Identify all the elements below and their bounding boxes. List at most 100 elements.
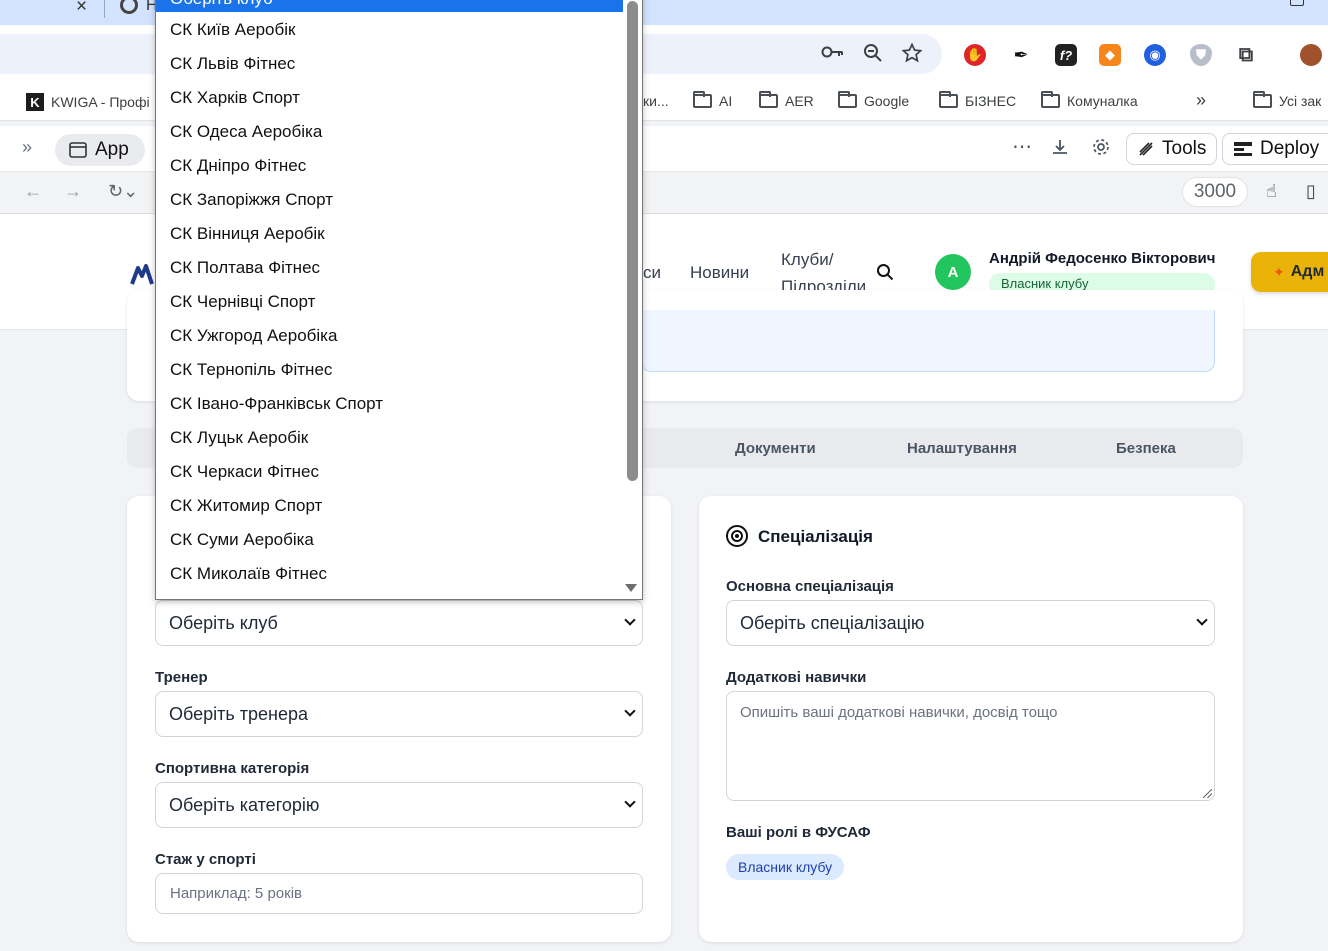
adblock-extension-icon[interactable]: ✋ <box>964 44 986 66</box>
bookmark-label: KWIGA - Профі <box>51 94 150 110</box>
bookmark-label: AI <box>719 93 733 109</box>
dropdown-option[interactable]: СК Чернівці Спорт <box>156 285 624 319</box>
skills-textarea[interactable]: Опишіть ваші додаткові навички, досвід т… <box>726 691 1215 801</box>
user-name: Андрій Федосенко Вікторович <box>989 250 1216 267</box>
port-field[interactable]: 3000 <box>1182 177 1248 207</box>
tab-documents[interactable]: Документи <box>735 440 816 457</box>
main-spec-label: Основна спеціалізація <box>726 578 894 595</box>
close-tab-icon[interactable]: × <box>76 0 87 18</box>
more-options-icon[interactable]: ⋯ <box>1012 134 1032 159</box>
dropdown-option[interactable]: СК Луцьк Аеробік <box>156 421 624 455</box>
main-spec-select[interactable]: Оберіть спеціалізацію <box>726 600 1215 646</box>
info-panel <box>641 310 1215 372</box>
roles-label: Ваші ролі в ФУСАФ <box>726 824 871 841</box>
nav-link-partial[interactable]: си <box>643 260 661 285</box>
folder-icon <box>759 91 778 108</box>
app-tab-button[interactable]: App <box>55 134 145 166</box>
admin-button[interactable]: ✦ Адм <box>1251 252 1328 292</box>
dropdown-option[interactable]: СК Одеса Аеробіка <box>156 115 624 149</box>
dropdown-option[interactable]: СК Вінниця Аеробік <box>156 217 624 251</box>
extensions-puzzle-icon[interactable]: ⧉ <box>1235 44 1257 66</box>
trainer-select[interactable]: Оберіть тренера <box>155 691 643 737</box>
shield-extension-icon[interactable]: ⛊ <box>1190 44 1212 66</box>
pointer-hand-icon[interactable]: ☝ <box>1266 181 1277 202</box>
dropdown-option[interactable]: СК Харків Спорт <box>156 81 624 115</box>
experience-input[interactable]: Наприклад: 5 років <box>155 873 643 914</box>
formula-extension-icon[interactable]: f? <box>1055 44 1077 66</box>
bookmark-partial[interactable]: ки... <box>643 93 669 109</box>
specialization-title: Спеціалізація <box>758 527 873 546</box>
reload-icon[interactable]: ↻⌄ <box>108 181 138 202</box>
restore-window-icon[interactable] <box>1290 0 1304 6</box>
dropdown-option[interactable]: СК Дніпро Фітнес <box>156 149 624 183</box>
deploy-button[interactable]: Deploy <box>1222 133 1328 165</box>
profile-avatar-icon[interactable] <box>1300 44 1322 66</box>
folder-icon <box>1041 91 1060 108</box>
bookmark-kwiga[interactable]: K KWIGA - Профі <box>26 93 150 111</box>
site-logo-icon[interactable] <box>130 264 154 286</box>
tools-button[interactable]: Tools <box>1126 133 1218 165</box>
user-avatar[interactable]: А <box>935 254 971 290</box>
nav-link-clubs-line1[interactable]: Клуби/ <box>781 247 833 272</box>
app-label: App <box>95 139 129 160</box>
target-extension-icon[interactable]: ◉ <box>1144 44 1166 66</box>
bookmark-folder-utilities[interactable]: Комуналка <box>1041 91 1138 109</box>
bookmark-folder-google[interactable]: Google <box>838 91 909 109</box>
forward-arrow-icon[interactable]: → <box>64 181 82 202</box>
back-arrow-icon[interactable]: ← <box>24 181 42 202</box>
skills-label: Додаткові навички <box>726 669 867 686</box>
dropdown-option[interactable]: СК Київ Аеробік <box>156 13 624 47</box>
dropdown-option[interactable]: СК Запоріжжя Спорт <box>156 183 624 217</box>
zoom-icon[interactable] <box>863 43 883 68</box>
bookmark-folder-all[interactable]: Усі зак <box>1253 91 1322 109</box>
bookmark-folder-ai[interactable]: AI <box>693 91 733 109</box>
color-picker-extension-icon[interactable]: ✒ <box>1010 44 1032 66</box>
category-label: Спортивна категорія <box>155 760 310 777</box>
club-select-value: Оберіть клуб <box>169 612 278 633</box>
category-select[interactable]: Оберіть категорію <box>155 782 643 828</box>
download-icon[interactable] <box>1051 138 1069 161</box>
device-toggle-icon[interactable]: ▯ <box>1306 181 1316 202</box>
dropdown-option[interactable]: СК Тернопіль Фітнес <box>156 353 624 387</box>
bookmark-folder-aer[interactable]: AER <box>759 91 814 109</box>
resize-handle-icon[interactable] <box>1203 789 1212 798</box>
bookmarks-overflow-icon[interactable]: » <box>1196 90 1206 111</box>
bookmark-label: AER <box>785 93 814 109</box>
scrollbar-thumb[interactable] <box>627 1 638 481</box>
dropdown-option[interactable]: СК Житомир Спорт <box>156 489 624 523</box>
dropdown-option[interactable]: СК Львів Фітнес <box>156 47 624 81</box>
tab-settings[interactable]: Налаштування <box>907 440 1017 457</box>
main-spec-value: Оберіть спеціалізацію <box>740 612 925 633</box>
deploy-icon <box>1234 142 1252 156</box>
dropdown-option[interactable]: СК Ужгород Аеробіка <box>156 319 624 353</box>
chevron-down-icon <box>624 705 636 717</box>
scroll-down-arrow-icon[interactable] <box>625 584 637 592</box>
bookmark-label: Усі зак <box>1279 93 1322 109</box>
experience-label: Стаж у спорті <box>155 851 256 868</box>
window-icon <box>69 142 87 158</box>
nav-link-news[interactable]: Новини <box>690 260 749 285</box>
bookmark-star-icon[interactable] <box>901 42 923 68</box>
folder-icon <box>838 91 857 108</box>
dropdown-option[interactable]: СК Суми Аеробіка <box>156 523 624 557</box>
bookmark-folder-business[interactable]: БІЗНЕС <box>939 91 1016 109</box>
dropdown-scrollbar[interactable] <box>623 0 642 599</box>
password-key-icon[interactable] <box>821 43 845 66</box>
settings-gear-icon[interactable] <box>1092 138 1110 161</box>
search-icon[interactable] <box>875 262 895 282</box>
lightbulb-icon: ✦ <box>1273 263 1285 280</box>
tab-security[interactable]: Безпека <box>1116 440 1176 457</box>
skills-placeholder: Опишіть ваші додаткові навички, досвід т… <box>740 704 1058 721</box>
admin-label: Адм <box>1290 263 1325 280</box>
tab-favicon-icon <box>120 0 138 14</box>
dropdown-option[interactable]: СК Миколаїв Фітнес <box>156 557 624 591</box>
metamask-extension-icon[interactable]: ◆ <box>1099 44 1121 66</box>
expand-sidebar-icon[interactable]: » <box>22 137 32 158</box>
dropdown-option[interactable]: СК Полтава Фітнес <box>156 251 624 285</box>
club-select[interactable]: Оберіть клуб <box>155 600 643 646</box>
chevron-down-icon <box>1196 614 1208 626</box>
dropdown-option[interactable]: СК Черкаси Фітнес <box>156 455 624 489</box>
dropdown-option-selected[interactable]: Оберіть клуб <box>156 0 624 12</box>
club-dropdown-list[interactable]: Оберіть клуб СК Київ Аеробік СК Львів Фі… <box>155 0 643 600</box>
dropdown-option[interactable]: СК Івано-Франківськ Спорт <box>156 387 624 421</box>
